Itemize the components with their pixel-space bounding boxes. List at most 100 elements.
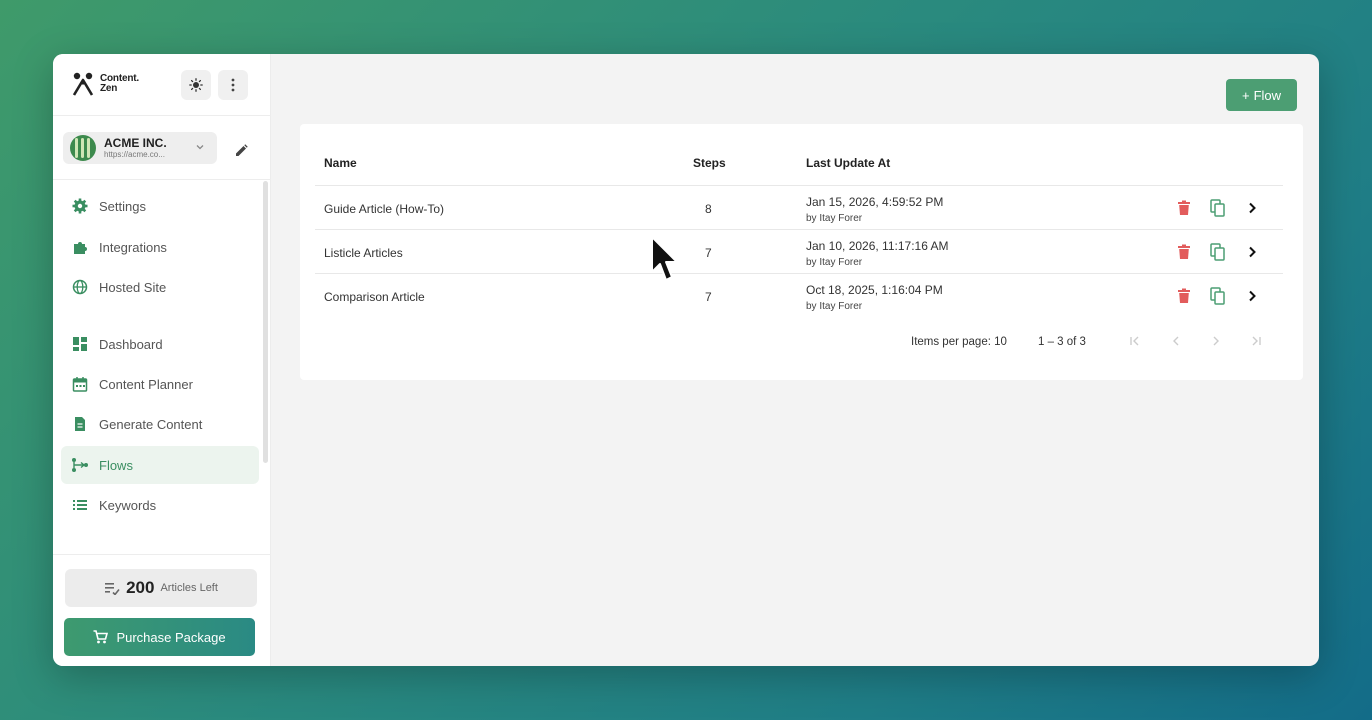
purchase-package-label: Purchase Package bbox=[116, 629, 226, 645]
logo[interactable]: Content. Zen bbox=[70, 71, 139, 97]
chevron-right-icon bbox=[1249, 246, 1256, 258]
next-page-button[interactable] bbox=[1206, 331, 1226, 351]
sidebar-item-hosted-site[interactable]: Hosted Site bbox=[61, 268, 259, 306]
trash-icon bbox=[1178, 288, 1190, 303]
sidebar-item-label: Dashboard bbox=[99, 336, 163, 352]
cart-icon bbox=[93, 630, 109, 644]
delete-button[interactable] bbox=[1175, 199, 1193, 217]
column-header-name[interactable]: Name bbox=[324, 156, 357, 170]
sidebar-item-keywords[interactable]: Keywords bbox=[61, 486, 259, 524]
delete-button[interactable] bbox=[1175, 287, 1193, 305]
logo-text-line2: Zen bbox=[100, 83, 118, 94]
sidebar-item-integrations[interactable]: Integrations bbox=[61, 228, 259, 266]
theme-toggle-button[interactable] bbox=[181, 70, 211, 100]
purchase-package-button[interactable]: Purchase Package bbox=[64, 618, 255, 656]
duplicate-button[interactable] bbox=[1209, 243, 1227, 261]
flow-name: Listicle Articles bbox=[324, 246, 403, 260]
document-icon bbox=[71, 415, 89, 433]
delete-button[interactable] bbox=[1175, 243, 1193, 261]
sidebar-item-content-planner[interactable]: Content Planner bbox=[61, 365, 259, 403]
sidebar-item-label: Flows bbox=[99, 457, 133, 473]
first-page-button[interactable] bbox=[1125, 331, 1145, 351]
org-row: ACME INC. https://acme.co... bbox=[53, 116, 271, 180]
dashboard-icon bbox=[71, 335, 89, 353]
flow-name: Guide Article (How-To) bbox=[324, 202, 445, 216]
duplicate-button[interactable] bbox=[1209, 199, 1227, 217]
flow-steps: 7 bbox=[705, 246, 712, 260]
table-row[interactable]: Listicle Articles 7 Jan 10, 2026, 11:17:… bbox=[315, 229, 1283, 273]
flow-name: Comparison Article bbox=[324, 290, 425, 304]
flow-updated-by: by Itay Forer bbox=[806, 213, 863, 224]
add-flow-label: Flow bbox=[1253, 87, 1282, 103]
sidebar: Content. Zen ACME INC. https://acme.co..… bbox=[53, 54, 271, 666]
articles-left-label: Articles Left bbox=[160, 582, 218, 594]
flow-updated-date: Jan 10, 2026, 11:17:16 AM bbox=[806, 239, 949, 253]
add-flow-button[interactable]: + Flow bbox=[1226, 79, 1297, 111]
chevron-right-icon bbox=[1213, 336, 1219, 346]
sidebar-item-flows[interactable]: Flows bbox=[61, 446, 259, 484]
column-header-last-update[interactable]: Last Update At bbox=[806, 156, 890, 170]
more-vertical-icon bbox=[231, 78, 235, 92]
org-avatar bbox=[70, 135, 96, 161]
flow-steps: 8 bbox=[705, 202, 712, 216]
flow-updated-date: Jan 15, 2026, 4:59:52 PM bbox=[806, 195, 944, 209]
panda-logo-icon bbox=[72, 72, 94, 96]
org-info: ACME INC. https://acme.co... bbox=[96, 135, 167, 160]
open-flow-button[interactable] bbox=[1243, 287, 1261, 305]
first-page-icon bbox=[1130, 336, 1139, 346]
chevron-down-icon bbox=[196, 145, 204, 150]
sidebar-scrollbar[interactable] bbox=[263, 181, 268, 463]
sidebar-item-settings[interactable]: Settings bbox=[61, 187, 259, 225]
list-icon bbox=[71, 496, 89, 514]
sidebar-header: Content. Zen bbox=[53, 54, 271, 116]
gear-icon bbox=[71, 197, 89, 215]
copy-icon bbox=[1210, 199, 1225, 217]
column-header-steps[interactable]: Steps bbox=[693, 156, 726, 170]
org-selector[interactable]: ACME INC. https://acme.co... bbox=[63, 132, 217, 164]
last-page-button[interactable] bbox=[1246, 331, 1266, 351]
flow-updated-by: by Itay Forer bbox=[806, 257, 863, 268]
sidebar-footer: 200 Articles Left Purchase Package bbox=[53, 554, 271, 666]
more-options-button[interactable] bbox=[218, 70, 248, 100]
last-page-icon bbox=[1252, 336, 1261, 346]
sidebar-item-generate-content[interactable]: Generate Content bbox=[61, 405, 259, 443]
app-window: Content. Zen ACME INC. https://acme.co..… bbox=[53, 54, 1319, 666]
plus-icon: + bbox=[1241, 87, 1250, 103]
open-flow-button[interactable] bbox=[1243, 243, 1261, 261]
open-flow-button[interactable] bbox=[1243, 199, 1261, 217]
calendar-icon bbox=[71, 375, 89, 393]
sidebar-item-label: Hosted Site bbox=[99, 279, 167, 295]
trash-icon bbox=[1178, 244, 1190, 259]
sun-icon bbox=[189, 78, 203, 92]
flow-steps: 7 bbox=[705, 290, 712, 304]
items-per-page-label[interactable]: Items per page: 10 bbox=[911, 336, 1007, 348]
articles-left-badge: 200 Articles Left bbox=[65, 569, 257, 607]
pagination-range: 1 – 3 of 3 bbox=[1038, 336, 1086, 348]
copy-icon bbox=[1210, 243, 1225, 261]
trash-icon bbox=[1178, 200, 1190, 215]
duplicate-button[interactable] bbox=[1209, 287, 1227, 305]
chevron-right-icon bbox=[1249, 202, 1256, 214]
sidebar-item-label: Content Planner bbox=[99, 376, 193, 392]
table-row[interactable]: Guide Article (How-To) 8 Jan 15, 2026, 4… bbox=[315, 185, 1283, 229]
org-name: ACME INC. bbox=[104, 135, 167, 150]
sidebar-item-label: Keywords bbox=[99, 497, 157, 513]
sidebar-item-label: Integrations bbox=[99, 239, 167, 255]
sidebar-item-dashboard[interactable]: Dashboard bbox=[61, 325, 259, 363]
table-row[interactable]: Comparison Article 7 Oct 18, 2025, 1:16:… bbox=[315, 273, 1283, 317]
flow-updated-date: Oct 18, 2025, 1:16:04 PM bbox=[806, 283, 943, 297]
articles-left-count: 200 bbox=[126, 578, 155, 597]
copy-icon bbox=[1210, 287, 1225, 305]
pencil-icon bbox=[235, 143, 248, 156]
chevron-right-icon bbox=[1249, 290, 1256, 302]
flow-icon bbox=[71, 456, 89, 474]
playlist-icon bbox=[105, 583, 120, 595]
chevron-left-icon bbox=[1173, 336, 1179, 346]
globe-icon bbox=[71, 278, 89, 296]
sidebar-item-label: Generate Content bbox=[99, 416, 203, 432]
previous-page-button[interactable] bbox=[1166, 331, 1186, 351]
edit-org-button[interactable] bbox=[231, 140, 251, 160]
sidebar-item-label: Settings bbox=[99, 198, 146, 214]
mouse-cursor-icon bbox=[651, 236, 678, 281]
org-url: https://acme.co... bbox=[104, 149, 165, 159]
